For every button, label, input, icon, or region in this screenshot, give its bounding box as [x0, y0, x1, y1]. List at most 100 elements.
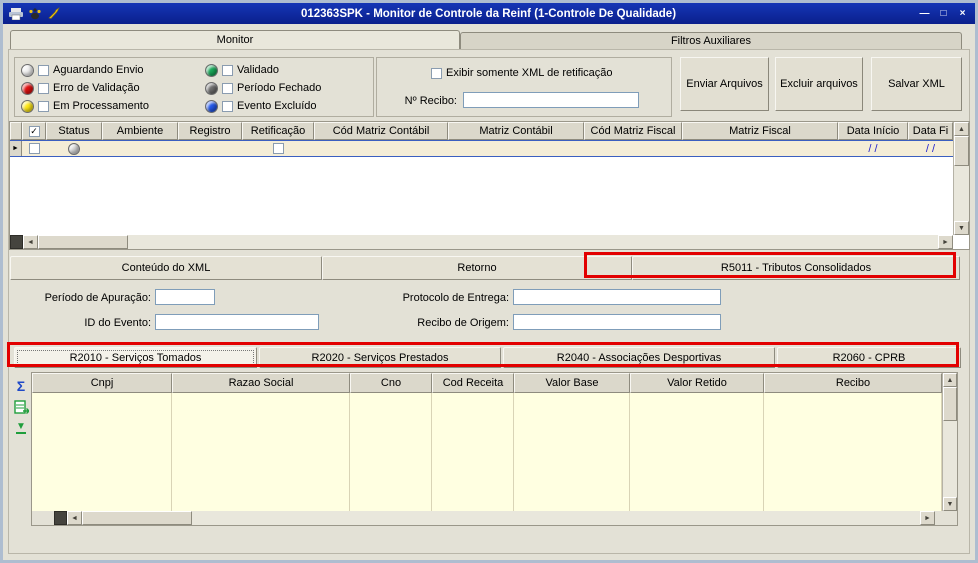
close-button[interactable]: × — [954, 7, 971, 21]
monitor-grid-hscrollbar[interactable]: ◄ ► — [10, 235, 953, 249]
events-grid: Cnpj Razao Social Cno Cod Receita Valor … — [31, 372, 958, 526]
scroll-down-icon[interactable]: ▼ — [954, 221, 969, 235]
col-header-recibo[interactable]: Recibo — [764, 373, 942, 393]
recibo-origem-input[interactable] — [513, 314, 721, 330]
body-col-valor-retido — [630, 393, 764, 511]
col-header-valor-retido[interactable]: Valor Retido — [630, 373, 764, 393]
status-ball-processamento-icon — [21, 99, 34, 113]
tab-r2060-label: R2060 - CPRB — [832, 351, 906, 364]
id-evento-input[interactable] — [155, 314, 319, 330]
n-recibo-label: Nº Recibo: — [404, 95, 457, 107]
tab-conteudo-xml[interactable]: Conteúdo do XML — [10, 256, 322, 280]
select-all-checkbox[interactable]: ✓ — [28, 125, 40, 137]
legend-checkbox-erro[interactable] — [38, 82, 49, 94]
legend-label-processamento: Em Processamento — [53, 100, 149, 112]
wrench-icon[interactable] — [46, 7, 61, 20]
periodo-apuracao-input[interactable] — [155, 289, 215, 305]
scroll-left-icon[interactable]: ◄ — [23, 235, 38, 249]
col-header-cnpj[interactable]: Cnpj — [32, 373, 172, 393]
col-header-status[interactable]: Status — [46, 122, 102, 140]
legend-item-validado: Validado — [205, 63, 279, 77]
events-grid-hscrollbar[interactable]: ◄ ► — [54, 511, 935, 525]
vscroll-track[interactable] — [943, 421, 957, 497]
col-header-cod-receita[interactable]: Cod Receita — [432, 373, 514, 393]
col-header-select[interactable]: ✓ — [22, 122, 46, 140]
enviar-arquivos-button[interactable]: Enviar Arquivos — [680, 57, 769, 111]
minimize-button[interactable]: — — [916, 7, 933, 21]
maximize-button[interactable]: □ — [935, 7, 952, 21]
go-to-bottom-button[interactable]: ▼ — [12, 419, 30, 437]
col-header-ambiente[interactable]: Ambiente — [102, 122, 178, 140]
tab-r2060-cprb[interactable]: R2060 - CPRB — [777, 347, 961, 368]
col-header-matriz-contabil[interactable]: Matriz Contábil — [448, 122, 584, 140]
body-col-cod-receita — [432, 393, 514, 511]
legend-checkbox-aguardando[interactable] — [38, 64, 49, 76]
scroll-left-icon[interactable]: ◄ — [67, 511, 82, 525]
row-cell-data-fim: / / — [925, 142, 936, 155]
scroll-right-icon[interactable]: ► — [920, 511, 935, 525]
legend-label-aguardando: Aguardando Envio — [53, 64, 144, 76]
body-col-cno — [350, 393, 432, 511]
tab-filtros-auxiliares[interactable]: Filtros Auxiliares — [460, 32, 962, 49]
scroll-up-icon[interactable]: ▲ — [954, 122, 969, 136]
tab-r2040-label: R2040 - Associações Desportivas — [556, 351, 722, 364]
hscroll-thumb[interactable] — [82, 511, 192, 525]
legend-item-aguardando: Aguardando Envio — [21, 63, 144, 77]
legend-checkbox-evento-excluido[interactable] — [222, 100, 233, 112]
table-row[interactable]: ► / / / / — [10, 140, 953, 157]
row-cell-matriz-contabil — [448, 141, 584, 156]
tab-r2040-associacoes-desportivas[interactable]: R2040 - Associações Desportivas — [503, 347, 775, 368]
hscroll-track[interactable] — [128, 235, 938, 249]
col-header-cod-matriz-fiscal[interactable]: Cód Matriz Fiscal — [584, 122, 682, 140]
col-header-valor-base[interactable]: Valor Base — [514, 373, 630, 393]
salvar-xml-button[interactable]: Salvar XML — [871, 57, 962, 111]
row-cell-cod-matriz-contabil — [314, 141, 448, 156]
col-header-razao-social[interactable]: Razao Social — [172, 373, 350, 393]
go-to-bottom-icon: ▼ — [16, 421, 26, 432]
paw-icon[interactable] — [27, 7, 42, 20]
row-retificacao-checkbox[interactable] — [272, 143, 284, 154]
hscroll-track[interactable] — [192, 511, 920, 525]
tab-r2020-servicos-prestados[interactable]: R2020 - Serviços Prestados — [259, 347, 501, 368]
protocolo-entrega-input[interactable] — [513, 289, 721, 305]
tab-r5011-tributos-consolidados[interactable]: R5011 - Tributos Consolidados — [632, 256, 960, 280]
legend-checkbox-validado[interactable] — [222, 64, 233, 76]
body-col-valor-base — [514, 393, 630, 511]
col-header-cno[interactable]: Cno — [350, 373, 432, 393]
scroll-up-icon[interactable]: ▲ — [943, 373, 957, 387]
tab-r2010-servicos-tomados[interactable]: R2010 - Serviços Tomados — [14, 347, 257, 368]
col-header-indicator — [10, 122, 22, 140]
legend-checkbox-processamento[interactable] — [38, 100, 49, 112]
export-button[interactable] — [12, 398, 30, 416]
recibo-origem-label: Recibo de Origem: — [417, 317, 509, 329]
tab-retorno[interactable]: Retorno — [322, 256, 632, 280]
events-grid-body — [32, 393, 942, 511]
printer-icon[interactable] — [8, 7, 23, 20]
vscroll-track[interactable] — [954, 166, 969, 221]
events-grid-vscrollbar[interactable]: ▲ ▼ — [942, 373, 957, 511]
legend-checkbox-periodo-fechado[interactable] — [222, 82, 233, 94]
xml-retificacao-checkbox[interactable] — [431, 67, 442, 79]
col-header-data-inicio[interactable]: Data Início — [838, 122, 908, 140]
col-header-data-fim[interactable]: Data Fi — [908, 122, 953, 140]
col-header-registro[interactable]: Registro — [178, 122, 242, 140]
excluir-arquivos-button[interactable]: Excluir arquivos — [775, 57, 863, 111]
vscroll-thumb[interactable] — [943, 387, 957, 421]
col-header-retificacao[interactable]: Retificação — [242, 122, 314, 140]
tab-r5011-label: R5011 - Tributos Consolidados — [720, 262, 872, 274]
application-window: 012363SPK - Monitor de Controle da Reinf… — [0, 0, 978, 563]
status-legend-group: Aguardando Envio Erro de Validação Em Pr… — [14, 57, 374, 117]
tab-r2010-label: R2010 - Serviços Tomados — [69, 351, 202, 364]
monitor-grid-vscrollbar[interactable]: ▲ ▼ — [953, 122, 969, 235]
col-header-cod-matriz-contabil[interactable]: Cód Matriz Contábil — [314, 122, 448, 140]
scroll-right-icon[interactable]: ► — [938, 235, 953, 249]
vscroll-thumb[interactable] — [954, 136, 969, 166]
status-ball-evento-excluido-icon — [205, 99, 218, 113]
scroll-down-icon[interactable]: ▼ — [943, 497, 957, 511]
tab-monitor[interactable]: Monitor — [10, 30, 460, 49]
row-select-checkbox[interactable] — [28, 143, 40, 154]
sum-button[interactable]: Σ — [12, 377, 30, 395]
col-header-matriz-fiscal[interactable]: Matriz Fiscal — [682, 122, 838, 140]
hscroll-thumb[interactable] — [38, 235, 128, 249]
n-recibo-input[interactable] — [463, 92, 639, 108]
